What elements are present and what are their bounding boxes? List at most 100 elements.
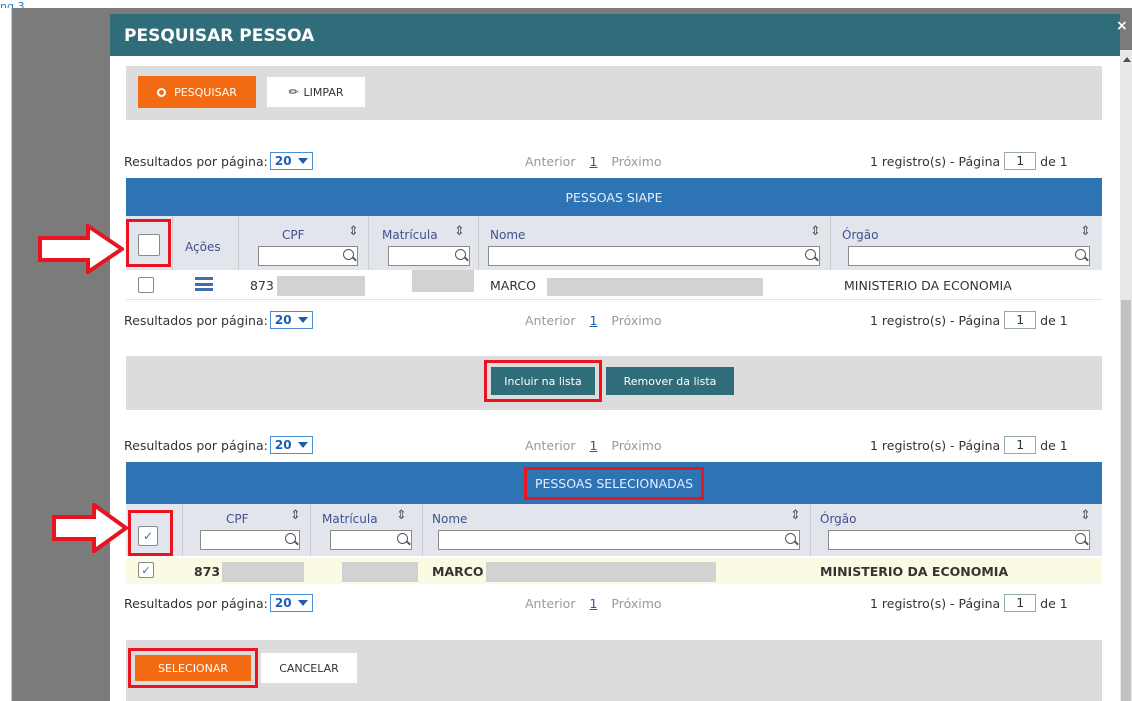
search-person-modal: PESQUISAR PESSOA PESQUISAR ✏ LIMPAR Resu… xyxy=(110,14,1120,701)
per-page-value: 20 xyxy=(274,313,292,327)
search-icon xyxy=(157,87,167,97)
scroll-up-icon[interactable] xyxy=(1123,57,1131,62)
redacted-cpf xyxy=(222,562,304,582)
per-page-select[interactable]: 20 xyxy=(269,311,313,329)
records-label: 1 registro(s) - Página xyxy=(870,437,1001,453)
search-icon xyxy=(1075,249,1086,260)
cpf-cell: 873 xyxy=(194,564,221,579)
page-number-input[interactable]: 1 xyxy=(1004,594,1037,612)
close-icon[interactable]: × xyxy=(1116,18,1128,34)
row-checkbox[interactable] xyxy=(138,277,154,293)
prev-link[interactable]: Anterior xyxy=(525,438,575,453)
selected-table-header: PESSOAS SELECIONADAS xyxy=(126,462,1102,504)
per-page-select[interactable]: 20 xyxy=(269,594,313,612)
search-button-label: PESQUISAR xyxy=(174,85,237,99)
sort-icon[interactable]: ⇕ xyxy=(348,225,359,238)
search-button[interactable]: PESQUISAR xyxy=(138,76,256,108)
per-page-select[interactable]: 20 xyxy=(269,436,313,454)
sort-icon[interactable]: ⇕ xyxy=(810,225,821,238)
results-per-page-label: Resultados por página: xyxy=(124,312,268,328)
records-label: 1 registro(s) - Página xyxy=(870,595,1001,611)
per-page-select[interactable]: 20 xyxy=(269,152,313,170)
results-per-page-label: Resultados por página: xyxy=(124,595,268,611)
orgao-cell: MINISTERIO DA ECONOMIA xyxy=(820,564,1009,579)
matricula-filter-input[interactable] xyxy=(330,530,412,550)
next-link[interactable]: Próximo xyxy=(611,596,661,611)
col-actions-header: Ações xyxy=(185,240,221,254)
clear-button[interactable]: ✏ LIMPAR xyxy=(266,76,366,108)
next-link[interactable]: Próximo xyxy=(611,438,661,453)
next-link[interactable]: Próximo xyxy=(611,154,661,169)
chevron-down-icon xyxy=(297,158,308,164)
col-divider xyxy=(368,216,369,270)
page-number-input[interactable]: 1 xyxy=(1004,311,1037,329)
next-link[interactable]: Próximo xyxy=(611,313,661,328)
col-cpf-header[interactable]: CPF xyxy=(282,228,305,242)
page-of-label: de 1 xyxy=(1040,437,1068,453)
pager-results-bottom-siape: Resultados por página: 20 xyxy=(124,310,313,330)
col-matricula-header[interactable]: Matrícula xyxy=(382,228,438,242)
select-button[interactable]: SELECIONAR xyxy=(135,655,251,681)
redacted-cpf xyxy=(277,276,365,296)
redacted-matricula xyxy=(342,562,418,582)
pager-nav-top: Anterior 1 Próximo xyxy=(525,151,662,171)
sort-icon[interactable]: ⇕ xyxy=(1080,225,1091,238)
results-per-page-label: Resultados por página: xyxy=(124,153,268,169)
cancel-button[interactable]: CANCELAR xyxy=(260,652,358,684)
col-orgao-header[interactable]: Órgão xyxy=(820,512,856,526)
col-cpf-header[interactable]: CPF xyxy=(226,512,249,526)
page-1-link[interactable]: 1 xyxy=(589,438,597,453)
prev-link[interactable]: Anterior xyxy=(525,596,575,611)
page-number-input[interactable]: 1 xyxy=(1004,436,1037,454)
sort-icon[interactable]: ⇕ xyxy=(790,509,801,522)
col-divider xyxy=(830,216,831,270)
page-1-link[interactable]: 1 xyxy=(589,154,597,169)
scroll-thumb[interactable] xyxy=(1121,300,1131,701)
redacted-matricula xyxy=(412,270,474,292)
nome-filter-input[interactable] xyxy=(488,246,820,266)
col-matricula-header[interactable]: Matrícula xyxy=(322,512,378,526)
prev-link[interactable]: Anterior xyxy=(525,313,575,328)
remove-from-list-button[interactable]: Remover da lista xyxy=(606,367,734,395)
cpf-cell: 873 xyxy=(250,278,274,293)
orgao-filter-input[interactable] xyxy=(848,246,1090,266)
chevron-down-icon xyxy=(297,317,308,323)
col-divider xyxy=(310,504,311,556)
nome-filter-input[interactable] xyxy=(438,530,800,550)
cpf-filter-input[interactable] xyxy=(200,530,300,550)
row-checkbox[interactable]: ✓ xyxy=(138,562,154,578)
page-of-label: de 1 xyxy=(1040,312,1068,328)
sort-icon[interactable]: ⇕ xyxy=(290,509,301,522)
sort-icon[interactable]: ⇕ xyxy=(454,225,465,238)
cpf-filter-input[interactable] xyxy=(258,246,358,266)
menu-icon[interactable] xyxy=(195,277,213,291)
matricula-filter-input[interactable] xyxy=(388,246,470,266)
search-icon xyxy=(343,249,354,260)
col-nome-header[interactable]: Nome xyxy=(490,228,525,242)
pager-nav-bottom-selected: Anterior 1 Próximo xyxy=(525,593,662,613)
col-nome-header[interactable]: Nome xyxy=(432,512,467,526)
sort-icon[interactable]: ⇕ xyxy=(396,509,407,522)
clear-button-label: LIMPAR xyxy=(303,85,344,99)
pager-results-top-selected: Resultados por página: 20 xyxy=(124,435,313,455)
highlight-select-all-selected xyxy=(128,510,173,556)
page-number-input[interactable]: 1 xyxy=(1004,152,1037,170)
per-page-value: 20 xyxy=(274,438,292,452)
pager-results-bottom-selected: Resultados por página: 20 xyxy=(124,593,313,613)
page-1-link[interactable]: 1 xyxy=(589,596,597,611)
arrow-right-icon xyxy=(38,224,124,274)
pager-info-bottom-siape: 1 registro(s) - Página 1 de 1 xyxy=(870,310,1068,330)
col-divider xyxy=(172,216,173,270)
page-of-label: de 1 xyxy=(1040,153,1068,169)
pager-nav-top-selected: Anterior 1 Próximo xyxy=(525,435,662,455)
search-icon xyxy=(1075,533,1086,544)
orgao-filter-input[interactable] xyxy=(828,530,1090,550)
records-label: 1 registro(s) - Página xyxy=(870,153,1001,169)
per-page-value: 20 xyxy=(274,596,292,610)
sort-icon[interactable]: ⇕ xyxy=(1080,509,1091,522)
search-icon xyxy=(785,533,796,544)
include-in-list-button[interactable]: Incluir na lista xyxy=(491,367,595,395)
prev-link[interactable]: Anterior xyxy=(525,154,575,169)
page-1-link[interactable]: 1 xyxy=(589,313,597,328)
col-orgao-header[interactable]: Órgão xyxy=(842,228,878,242)
